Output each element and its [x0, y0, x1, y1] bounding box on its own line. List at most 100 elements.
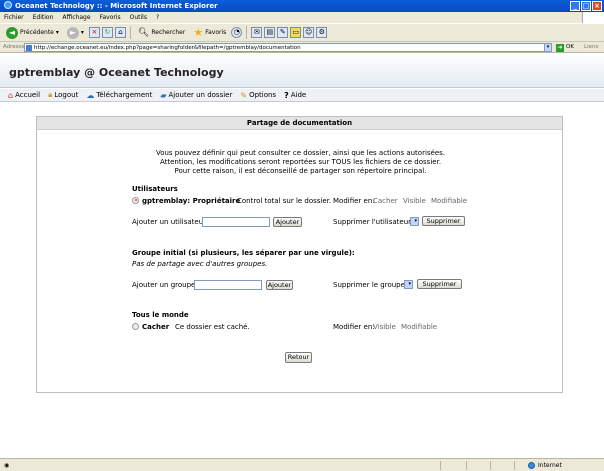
star-icon: ★	[193, 26, 204, 39]
page-header: gptremblay @ Oceanet Technology	[0, 54, 604, 88]
users-modify-label: Modifier en:	[333, 197, 375, 205]
edit-icon[interactable]: ✎	[277, 27, 289, 38]
browser-toolbar: ◄ Précédente ▾ ► ▾ × ↻ ⌂ 🔍︎ Rechercher ★…	[0, 23, 604, 42]
favorites-button[interactable]: ★ Favoris	[190, 25, 229, 40]
address-url: http://echange.oceanet.eu/index.php?page…	[34, 45, 301, 51]
go-arrow-icon: ➜	[556, 43, 564, 52]
status-divider	[490, 461, 491, 470]
panel-title: Partage de documentation	[37, 117, 562, 130]
world-mode-modifiable[interactable]: Modifiable	[401, 323, 437, 331]
owner-radio[interactable]	[132, 196, 139, 204]
page-title: gptremblay @ Oceanet Technology	[9, 66, 224, 79]
history-icon[interactable]: ◔	[231, 27, 243, 38]
intro-line: Vous pouvez définir qui peut consulter c…	[155, 149, 446, 157]
help-icon: ?	[284, 90, 289, 100]
remove-group-select[interactable]: ▾	[404, 280, 413, 289]
links-label[interactable]: Liens	[584, 42, 598, 53]
owner-row: gptremblay: Propriétaire	[132, 196, 240, 205]
add-user-label: Ajouter un utilisateur:	[132, 218, 209, 226]
back-to-list-button[interactable]: Retour	[285, 352, 312, 363]
site-nav: ⌂ Accueil 🔒︎ Logout ☁ Téléchargement ▰ A…	[0, 89, 604, 102]
world-modify-label: Modifier en:	[333, 323, 375, 331]
menu-edition[interactable]: Edition	[33, 12, 54, 23]
users-mode-visible[interactable]: Visible	[403, 197, 426, 205]
nav-accueil[interactable]: ⌂ Accueil	[8, 91, 40, 100]
status-divider	[514, 461, 515, 470]
close-icon[interactable]: ×	[592, 1, 602, 11]
search-label: Rechercher	[151, 29, 186, 36]
nav-ajouter-dossier-label: Ajouter un dossier	[168, 91, 233, 99]
go-label: OK	[566, 44, 574, 50]
menu-favoris[interactable]: Favoris	[100, 12, 121, 23]
search-button[interactable]: 🔍︎ Rechercher	[135, 25, 188, 40]
chevron-down-icon: ▾	[414, 218, 417, 224]
status-bar: ◉ Internet	[0, 458, 604, 471]
forward-arrow-icon: ►	[66, 26, 79, 39]
messenger-icon[interactable]: ☺	[303, 27, 315, 38]
chevron-down-icon: ▾	[408, 281, 411, 287]
toolbar-separator	[129, 26, 131, 39]
back-label: Précédente	[20, 29, 54, 36]
remove-user-button[interactable]: Supprimer	[422, 216, 465, 226]
groups-heading: Groupe initial (si plusieurs, les sépare…	[132, 249, 355, 257]
window-title: Oceanet Technology :: - Microsoft Intern…	[15, 2, 218, 10]
page-status-icon: ◉	[4, 462, 10, 469]
nav-logout-label: Logout	[54, 91, 79, 99]
home-icon[interactable]: ⌂	[114, 27, 126, 38]
remove-user-select[interactable]: ▾	[410, 217, 419, 226]
minimize-icon[interactable]: _	[570, 1, 580, 11]
folder-add-icon: ▰	[160, 90, 167, 100]
add-user-button[interactable]: Ajouter	[273, 217, 302, 227]
users-mode-cacher[interactable]: Cacher	[373, 197, 398, 205]
forward-button[interactable]: ► ▾	[64, 25, 87, 40]
add-group-input[interactable]	[194, 280, 262, 290]
nav-accueil-label: Accueil	[15, 91, 41, 99]
nav-ajouter-dossier[interactable]: ▰ Ajouter un dossier	[160, 91, 232, 100]
intro-line: Attention, les modifications seront repo…	[159, 158, 442, 166]
refresh-icon[interactable]: ↻	[101, 27, 113, 38]
nav-telechargement[interactable]: ☁ Téléchargement	[86, 91, 152, 100]
remove-group-label: Supprimer le groupe:	[333, 281, 408, 289]
upload-icon: ☁	[86, 90, 95, 100]
sharing-panel: Partage de documentation Vous pouvez déf…	[36, 116, 563, 393]
menu-help[interactable]: ?	[156, 12, 159, 23]
add-user-input[interactable]	[202, 217, 270, 227]
zone-indicator: Internet	[528, 459, 562, 471]
nav-logout[interactable]: 🔒︎ Logout	[48, 90, 78, 100]
print-icon[interactable]: ▤	[264, 27, 276, 38]
menu-affichage[interactable]: Affichage	[62, 12, 90, 23]
search-icon: 🔍︎	[137, 27, 150, 38]
world-radio[interactable]	[132, 322, 139, 330]
groups-empty-text: Pas de partage avec d'autres groupes.	[132, 260, 268, 268]
back-button[interactable]: ◄ Précédente ▾	[3, 25, 62, 40]
remove-group-button[interactable]: Supprimer	[417, 279, 462, 289]
status-divider	[440, 461, 441, 470]
menu-fichier[interactable]: Fichier	[4, 12, 24, 23]
nav-aide-label: Aide	[290, 91, 307, 99]
options-icon: ✎	[240, 90, 248, 100]
nav-options-label: Options	[249, 91, 277, 99]
nav-telechargement-label: Téléchargement	[96, 91, 153, 99]
add-group-button[interactable]: Ajouter	[266, 280, 293, 290]
nav-options[interactable]: ✎ Options	[240, 91, 276, 100]
world-mode-visible[interactable]: Visible	[373, 323, 396, 331]
owner-desc: Control total sur le dossier.	[237, 197, 332, 205]
maximize-icon[interactable]: □	[581, 1, 591, 11]
page-icon	[26, 45, 32, 51]
address-input[interactable]: http://echange.oceanet.eu/index.php?page…	[24, 43, 551, 52]
users-mode-modifiable[interactable]: Modifiable	[431, 197, 467, 205]
stop-icon[interactable]: ×	[88, 27, 100, 38]
world-option-row: Cacher	[132, 322, 169, 331]
lock-icon: 🔒︎	[48, 90, 53, 99]
mail-icon[interactable]: ✉	[251, 27, 263, 38]
nav-aide[interactable]: ? Aide	[284, 91, 306, 100]
intro-text: Vous pouvez définir qui peut consulter c…	[37, 149, 564, 176]
folder-icon[interactable]: ▭	[290, 27, 302, 38]
chevron-down-icon: ▾	[55, 29, 59, 36]
remove-user-label: Supprimer l'utilisateur:	[333, 218, 414, 226]
tools-icon[interactable]: ⚙	[316, 27, 328, 38]
menu-outils[interactable]: Outils	[130, 12, 147, 23]
go-button[interactable]: ➜ OK	[556, 42, 574, 53]
address-dropdown-icon[interactable]: ▾	[544, 43, 552, 52]
world-heading: Tous le monde	[132, 311, 189, 319]
